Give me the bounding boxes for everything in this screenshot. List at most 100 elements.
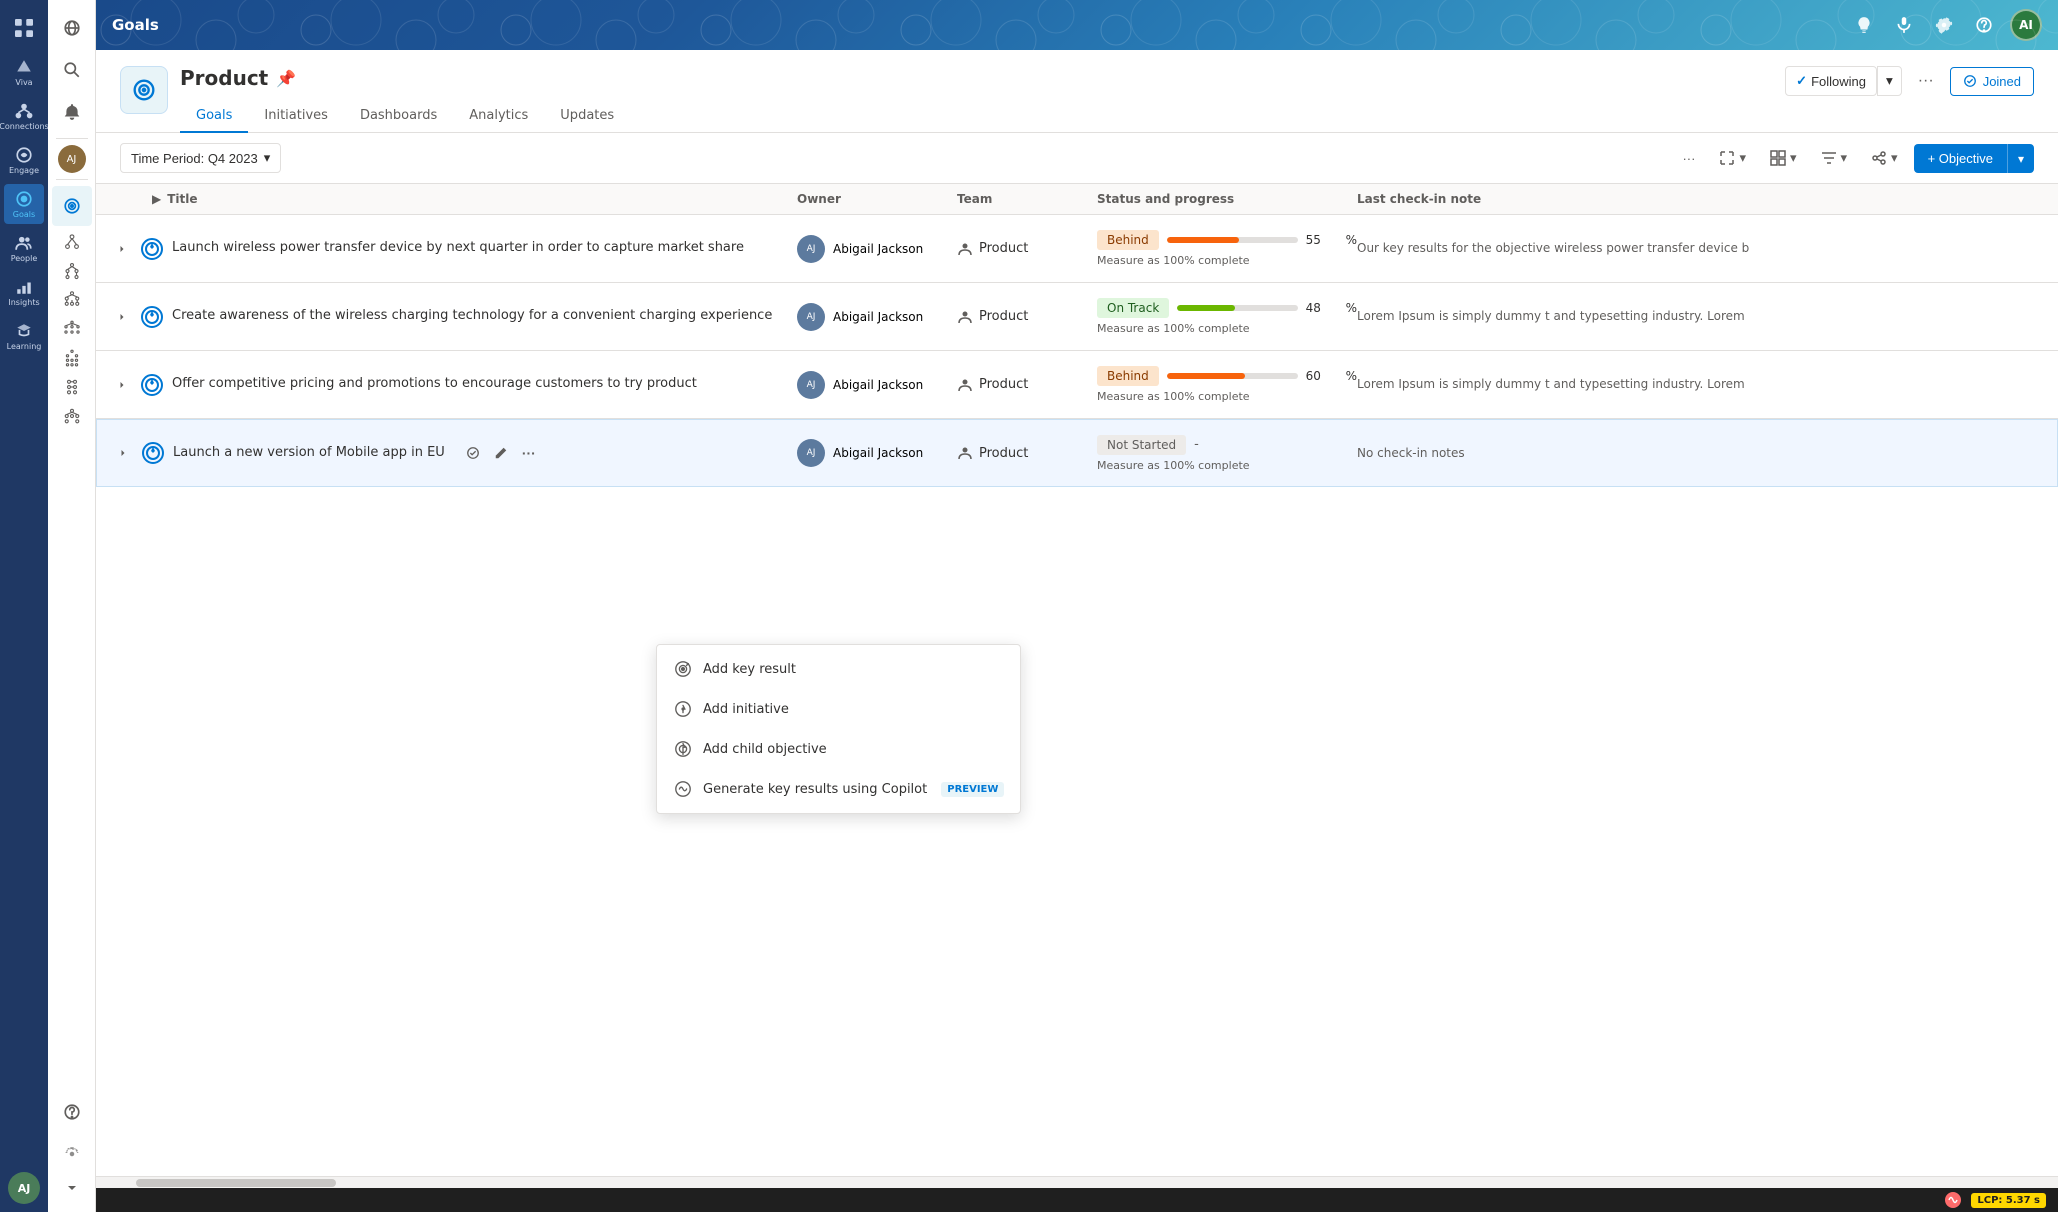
nav-rail-goals[interactable]: Goals bbox=[4, 184, 44, 224]
sidebar-item-target[interactable] bbox=[52, 186, 92, 226]
sidebar-item-search[interactable] bbox=[52, 50, 92, 90]
header-brand: Goals bbox=[112, 16, 159, 34]
row3-expand-btn[interactable] bbox=[112, 375, 132, 395]
row4-title-cell: Launch a new version of Mobile app in EU… bbox=[113, 429, 797, 477]
sidebar-item-hierarchy-2[interactable] bbox=[54, 257, 90, 285]
nav-rail-avatar[interactable]: AJ bbox=[8, 1172, 40, 1204]
main-area: Goals AI bbox=[96, 0, 2058, 1212]
nav-rail-engage[interactable]: Engage bbox=[4, 140, 44, 180]
tab-goals[interactable]: Goals bbox=[180, 100, 248, 133]
sidebar-divider-2 bbox=[56, 179, 88, 180]
page-title-area: Product 📌 Goals Initiatives Dashboards A… bbox=[180, 66, 630, 132]
joined-button[interactable]: Joined bbox=[1950, 67, 2034, 96]
row2-measure: Measure as 100% complete bbox=[1097, 322, 1357, 335]
context-menu-add-key-result[interactable]: Add key result bbox=[657, 649, 1020, 689]
horizontal-scrollbar[interactable] bbox=[96, 1176, 2058, 1188]
header-actions: AI bbox=[1850, 9, 2042, 41]
sidebar-user-avatar[interactable]: AJ bbox=[58, 145, 86, 173]
sidebar-item-hierarchy-7[interactable] bbox=[54, 402, 90, 430]
row4-check-btn[interactable] bbox=[461, 441, 485, 465]
row3-team: Product bbox=[957, 377, 1097, 393]
copilot-icon-status bbox=[1943, 1190, 1963, 1210]
row1-expand-btn[interactable] bbox=[112, 239, 132, 259]
tab-analytics[interactable]: Analytics bbox=[453, 100, 544, 133]
context-menu-add-child-objective[interactable]: Add child objective bbox=[657, 729, 1020, 769]
table-header: ▶ Title Owner Team Status and progress L… bbox=[96, 184, 2058, 215]
row1-measure: Measure as 100% complete bbox=[1097, 254, 1357, 267]
tab-dashboards[interactable]: Dashboards bbox=[344, 100, 453, 133]
row2-team: Product bbox=[957, 309, 1097, 325]
child-objective-icon bbox=[673, 739, 693, 759]
objective-dropdown-btn[interactable]: ▾ bbox=[2007, 144, 2034, 173]
objective-icon-2 bbox=[140, 305, 164, 329]
objective-icon-1 bbox=[140, 237, 164, 261]
toolbar-more-btn[interactable]: ··· bbox=[1674, 145, 1703, 172]
nav-rail-learning[interactable]: Learning bbox=[4, 316, 44, 356]
sidebar-expand-btn[interactable] bbox=[60, 1176, 84, 1204]
row1-title-cell: Launch wireless power transfer device by… bbox=[112, 225, 797, 273]
copilot-icon bbox=[673, 779, 693, 799]
col-owner-header: Owner bbox=[797, 192, 957, 206]
row1-progress-pct: 55 bbox=[1306, 233, 1338, 247]
product-page-icon bbox=[120, 66, 168, 114]
row3-owner: AJ Abigail Jackson bbox=[797, 371, 957, 399]
objective-icon-4 bbox=[141, 441, 165, 465]
col-status-header: Status and progress bbox=[1097, 192, 1357, 206]
sidebar-item-hierarchy-1[interactable] bbox=[54, 228, 90, 256]
preview-badge: PREVIEW bbox=[941, 782, 1004, 797]
more-options-button[interactable]: ··· bbox=[1910, 66, 1942, 96]
toolbar-view-btn[interactable]: ▾ bbox=[1762, 144, 1805, 172]
row3-note: Lorem Ipsum is simply dummy t and typese… bbox=[1357, 377, 2042, 392]
tab-initiatives[interactable]: Initiatives bbox=[248, 100, 344, 133]
nav-rail-people[interactable]: People bbox=[4, 228, 44, 268]
add-objective-btn[interactable]: + Objective bbox=[1914, 144, 2007, 173]
time-period-btn[interactable]: Time Period: Q4 2023 ▾ bbox=[120, 143, 281, 173]
page-content: Product 📌 Goals Initiatives Dashboards A… bbox=[96, 50, 2058, 1188]
row1-owner: AJ Abigail Jackson bbox=[797, 235, 957, 263]
nav-rail-viva[interactable]: Viva bbox=[4, 52, 44, 92]
row4-more-btn[interactable]: ··· bbox=[517, 441, 541, 465]
app-name: Goals bbox=[112, 16, 159, 34]
sidebar-item-settings[interactable] bbox=[52, 1134, 92, 1174]
settings-icon-header[interactable] bbox=[1930, 11, 1958, 39]
sidebar-item-help[interactable] bbox=[52, 1092, 92, 1132]
sidebar-item-hierarchy-3[interactable] bbox=[54, 286, 90, 314]
nav-rail-connections[interactable]: Connections bbox=[4, 96, 44, 136]
row4-measure: Measure as 100% complete bbox=[1097, 459, 1357, 472]
toolbar-share-btn[interactable]: ▾ bbox=[1863, 144, 1906, 172]
row3-progress-pct: 60 bbox=[1306, 369, 1338, 383]
context-menu: Add key result Add initiative bbox=[656, 644, 1021, 814]
context-menu-add-initiative[interactable]: Add initiative bbox=[657, 689, 1020, 729]
toolbar-expand-btn[interactable]: ▾ bbox=[1711, 144, 1754, 172]
toolbar-filter-btn[interactable]: ▾ bbox=[1813, 144, 1856, 172]
user-avatar-header[interactable]: AI bbox=[2010, 9, 2042, 41]
context-menu-copilot[interactable]: Generate key results using Copilot PREVI… bbox=[657, 769, 1020, 809]
nav-rail-insights[interactable]: Insights bbox=[4, 272, 44, 312]
sidebar-item-globe[interactable] bbox=[52, 8, 92, 48]
row2-title-cell: Create awareness of the wireless chargin… bbox=[112, 293, 797, 341]
sidebar-item-hierarchy-4[interactable] bbox=[54, 315, 90, 343]
following-dropdown-btn[interactable]: ▾ bbox=[1877, 66, 1902, 96]
table-row: Offer competitive pricing and promotions… bbox=[96, 351, 2058, 419]
sidebar-item-bell[interactable] bbox=[52, 92, 92, 132]
tab-updates[interactable]: Updates bbox=[544, 100, 630, 133]
sidebar-item-hierarchy-5[interactable] bbox=[54, 344, 90, 372]
following-btn-group: ✓ Following ▾ bbox=[1785, 66, 1902, 96]
microphone-icon[interactable] bbox=[1890, 11, 1918, 39]
objective-btn-group: + Objective ▾ bbox=[1914, 144, 2034, 173]
sidebar-item-hierarchy-6[interactable] bbox=[54, 373, 90, 401]
nav-rail: Viva Connections Engage Goals People Ins… bbox=[0, 0, 48, 1212]
col-team-header: Team bbox=[957, 192, 1097, 206]
following-button[interactable]: ✓ Following bbox=[1785, 66, 1877, 96]
lightbulb-icon[interactable] bbox=[1850, 11, 1878, 39]
row4-edit-btn[interactable] bbox=[489, 441, 513, 465]
top-header: Goals AI bbox=[96, 0, 2058, 50]
nav-rail-apps[interactable] bbox=[4, 8, 44, 48]
page-header-left: Product 📌 Goals Initiatives Dashboards A… bbox=[120, 66, 630, 132]
row2-expand-btn[interactable] bbox=[112, 307, 132, 327]
help-icon-header[interactable] bbox=[1970, 11, 1998, 39]
page-tabs: Goals Initiatives Dashboards Analytics U… bbox=[180, 100, 630, 132]
row4-expand-btn[interactable] bbox=[113, 443, 133, 463]
row1-status: Behind 55 % Measure as 100% complete bbox=[1097, 230, 1357, 267]
row1-title: Launch wireless power transfer device by… bbox=[172, 239, 744, 257]
